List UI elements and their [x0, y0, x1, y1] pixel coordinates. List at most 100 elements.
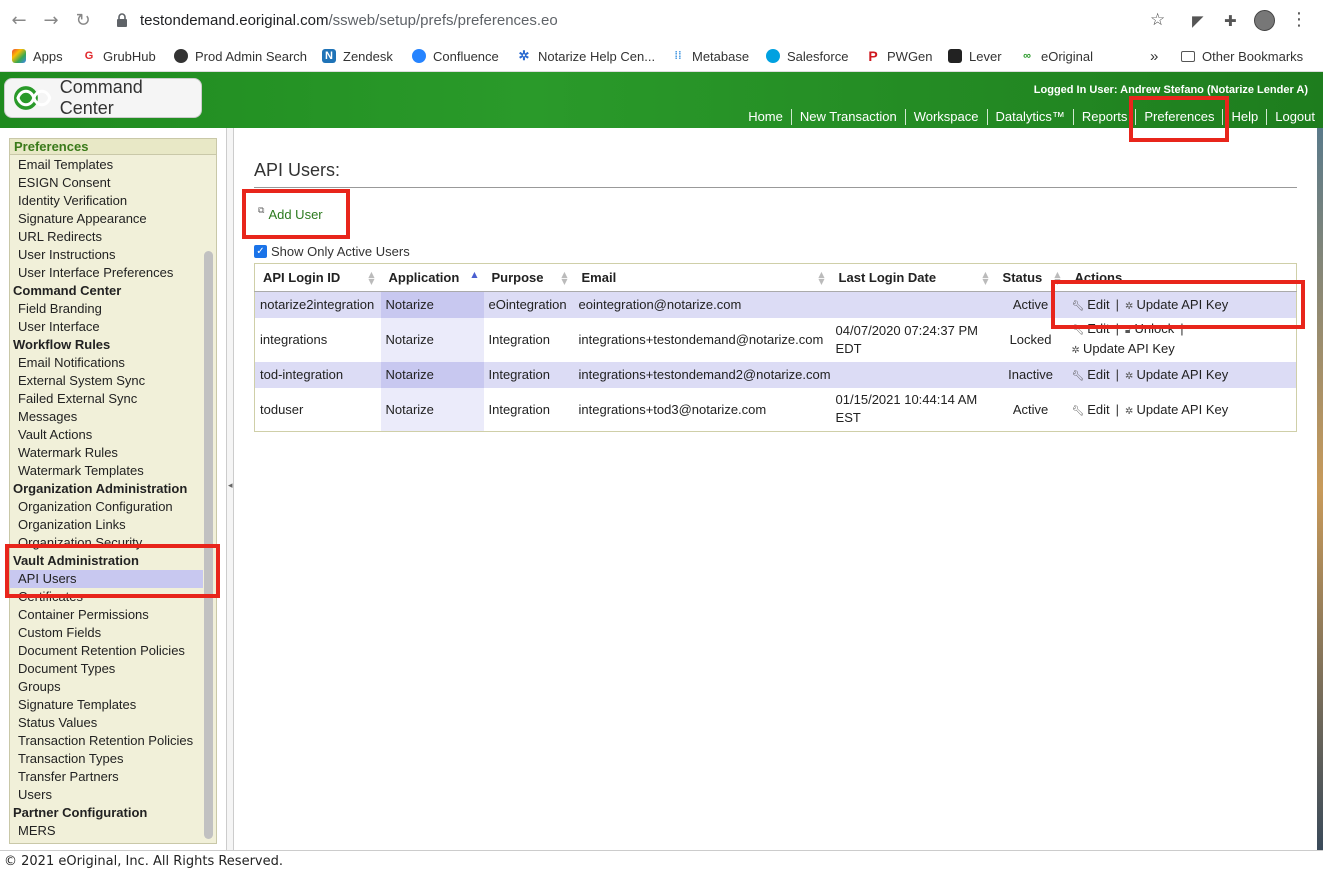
sidebar-item[interactable]: URL Redirects [10, 228, 203, 246]
edit-link[interactable]: Edit [1087, 367, 1109, 382]
sidebar-item[interactable]: Container Permissions [10, 606, 203, 624]
bookmark-salesforce[interactable]: Salesforce [766, 45, 848, 67]
forward-arrow-icon[interactable]: → [41, 11, 61, 31]
bookmark-grubhub[interactable]: G GrubHub [82, 45, 156, 67]
command-center-logo[interactable]: Command Center [4, 77, 202, 118]
bookmark-eoriginal[interactable]: ∞ eOriginal [1020, 45, 1093, 67]
sort-icon: ▲ ▼ [818, 270, 825, 286]
sidebar-item[interactable]: Field Branding [10, 300, 203, 318]
bookmark-label: GrubHub [103, 48, 156, 64]
bookmark-label: Lever [969, 48, 1002, 64]
sidebar-item[interactable]: Email Templates [10, 156, 203, 174]
sidebar-item[interactable]: Organization Configuration [10, 498, 203, 516]
extensions-puzzle-icon[interactable]: ✚ [1224, 12, 1237, 30]
bookmark-pwgen[interactable]: P PWGen [866, 45, 932, 67]
checkbox-checked-icon[interactable]: ✓ [254, 245, 267, 258]
confluence-icon [412, 49, 426, 63]
col-email[interactable]: Email ▲ ▼ [573, 263, 831, 292]
bookmark-label: Notarize Help Cen... [538, 48, 656, 64]
col-application[interactable]: Application ▲ [380, 263, 484, 292]
sidebar-item[interactable]: Document Types [10, 660, 203, 678]
bookmark-confluence[interactable]: Confluence [412, 45, 499, 67]
sidebar-item[interactable]: Email Notifications [10, 354, 203, 372]
sidebar-item[interactable]: Failed External Sync [10, 390, 203, 408]
bookmark-star-icon[interactable]: ☆ [1150, 10, 1165, 30]
sidebar-item[interactable]: Organization Links [10, 516, 203, 534]
edit-link[interactable]: Edit [1087, 402, 1109, 417]
sidebar-item[interactable]: Transfer Partners [10, 768, 203, 786]
back-arrow-icon[interactable]: ← [9, 11, 29, 31]
grubhub-icon: G [84, 50, 94, 62]
other-bookmarks[interactable]: Other Bookmarks [1181, 45, 1303, 67]
title-divider [254, 187, 1297, 188]
nav-reports[interactable]: Reports [1072, 109, 1136, 125]
sidebar-item[interactable]: Messages [10, 408, 203, 426]
bookmark-label: Zendesk [343, 48, 393, 64]
sidebar-item[interactable]: Users [10, 786, 203, 804]
sidebar-group-heading: Partner Configuration [13, 805, 148, 820]
address-bar[interactable]: testondemand.eoriginal.com/ssweb/setup/p… [140, 12, 558, 29]
column-label: Application [388, 270, 460, 285]
col-purpose[interactable]: Purpose ▲ ▼ [483, 263, 574, 292]
update-api-key-link[interactable]: Update API Key [1083, 341, 1175, 356]
nav-datalytics[interactable]: Datalytics™ [986, 109, 1073, 125]
nav-home[interactable]: Home [740, 109, 791, 125]
cell-purpose: Integration [488, 401, 550, 417]
cell-application: Notarize [380, 387, 484, 432]
sidebar-item[interactable]: Status Values [10, 714, 203, 732]
nav-help[interactable]: Help [1222, 109, 1266, 125]
bookmark-metabase[interactable]: ⁞⁞ Metabase [671, 45, 749, 67]
cast-icon[interactable]: ◤ [1192, 12, 1204, 30]
show-active-users-toggle[interactable]: ✓ Show Only Active Users [254, 244, 410, 259]
logo-text: Command Center [59, 77, 143, 118]
bookmark-label: Metabase [692, 48, 750, 64]
sidebar-item[interactable]: Watermark Templates [10, 462, 203, 480]
cell-purpose: Integration [483, 361, 574, 388]
sidebar-item[interactable]: User Interface Preferences [10, 264, 203, 282]
profile-avatar[interactable] [1254, 10, 1275, 31]
sidebar-item[interactable]: Groups [10, 678, 203, 696]
col-last-login-date[interactable]: Last Login Date ▲ ▼ [830, 263, 995, 292]
bookmark-prod-admin-search[interactable]: Prod Admin Search [174, 45, 307, 67]
bookmarks-overflow[interactable]: » [1150, 45, 1158, 67]
bookmark-zendesk[interactable]: N Zendesk [322, 45, 393, 67]
browser-menu-icon[interactable]: ⋮ [1290, 9, 1308, 30]
table-row[interactable]: tod-integration Notarize Integration int… [254, 361, 1297, 388]
cell-last-login: 01/15/2021 10:44:14 AM EST [831, 388, 995, 432]
sidebar-item[interactable]: ESIGN Consent [10, 174, 203, 192]
sidebar-item[interactable]: Signature Appearance [10, 210, 203, 228]
cell-email: integrations+tod3@notarize.com [578, 401, 767, 417]
sidebar-item[interactable]: Signature Templates [10, 696, 203, 714]
nav-new-transaction[interactable]: New Transaction [790, 109, 905, 125]
sidebar-item[interactable]: User Interface [10, 318, 203, 336]
bookmark-label: Prod Admin Search [195, 48, 308, 64]
bookmark-lever[interactable]: Lever [948, 45, 1002, 67]
sidebar-item[interactable]: Identity Verification [10, 192, 203, 210]
update-api-key-link[interactable]: Update API Key [1136, 402, 1228, 417]
column-label: Email [581, 270, 617, 285]
sidebar-item[interactable]: Transaction Retention Policies [10, 732, 203, 750]
reload-icon[interactable]: ↻ [73, 11, 93, 31]
column-label: Status [1002, 270, 1043, 285]
table-row[interactable]: toduser Notarize Integration integration… [255, 387, 1297, 432]
sidebar-item[interactable]: Watermark Rules [10, 444, 203, 462]
nav-workspace[interactable]: Workspace [904, 109, 987, 125]
bookmark-apps[interactable]: Apps [12, 45, 63, 67]
column-label: API Login ID [263, 270, 341, 285]
panel-splitter[interactable]: ◂ [226, 128, 234, 850]
nav-logout[interactable]: Logout [1266, 109, 1323, 125]
highlight-row-actions [1051, 280, 1305, 329]
bookmark-notarize-help[interactable]: ✲ Notarize Help Cen... [517, 45, 656, 67]
update-api-key-link[interactable]: Update API Key [1136, 367, 1228, 382]
sidebar-item[interactable]: Vault Actions [10, 426, 203, 444]
sort-ascending-icon: ▲ [471, 270, 478, 279]
sidebar-item[interactable]: User Instructions [10, 246, 203, 264]
sidebar-item[interactable]: Document Retention Policies [10, 642, 203, 660]
col-api-login-id[interactable]: API Login ID ▲ ▼ [254, 263, 381, 292]
collapse-arrow-icon[interactable]: ◂ [228, 480, 233, 491]
sidebar-item[interactable]: MERS [10, 822, 203, 840]
sidebar-group-heading: Workflow Rules [13, 337, 111, 352]
sidebar-item[interactable]: External System Sync [10, 372, 203, 390]
sidebar-item[interactable]: Transaction Types [10, 750, 203, 768]
sidebar-item[interactable]: Custom Fields [10, 624, 203, 642]
